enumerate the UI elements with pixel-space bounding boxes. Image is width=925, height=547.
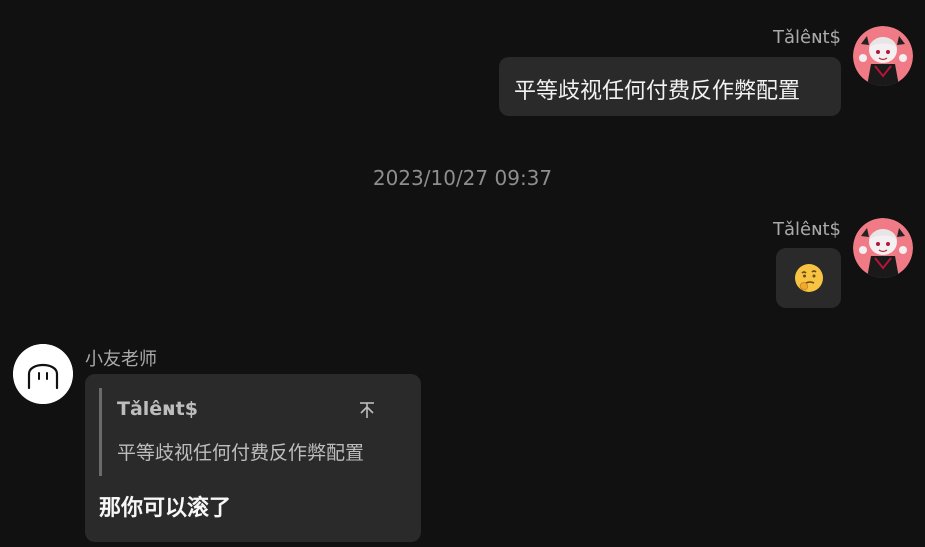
timestamp-divider: 2023/10/27 09:37: [372, 166, 553, 190]
message-bubble[interactable]: 平等歧视任何付费反作弊配置: [499, 57, 841, 116]
avatar[interactable]: [853, 218, 913, 278]
jump-to-message-icon[interactable]: [357, 400, 377, 420]
avatar-image: [853, 26, 913, 86]
sender-name[interactable]: Tǎlêɴt$: [773, 219, 841, 240]
ghost-avatar-icon: [13, 344, 73, 404]
avatar[interactable]: [853, 26, 913, 86]
message-bubble[interactable]: [776, 248, 841, 308]
sender-name[interactable]: 小友老师: [85, 345, 157, 371]
message-text: 那你可以滚了: [99, 496, 232, 521]
quote-author: Tǎlêɴt$: [117, 398, 198, 420]
thinking-face-icon: [795, 264, 823, 292]
quoted-message[interactable]: Tǎlêɴt$ 平等歧视任何付费反作弊配置: [99, 388, 391, 476]
sender-name[interactable]: Tǎlêɴt$: [773, 27, 841, 48]
message-bubble[interactable]: Tǎlêɴt$ 平等歧视任何付费反作弊配置 那你可以滚了: [85, 374, 421, 542]
avatar[interactable]: [13, 344, 73, 404]
message-text: 平等歧视任何付费反作弊配置: [514, 79, 801, 104]
quote-text: 平等歧视任何付费反作弊配置: [117, 442, 365, 464]
avatar-image: [853, 218, 913, 278]
